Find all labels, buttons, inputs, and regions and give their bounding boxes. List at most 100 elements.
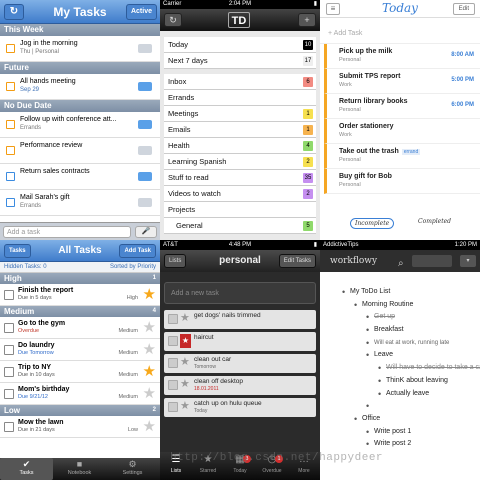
bullet-icon[interactable]: • xyxy=(366,349,369,362)
task-row[interactable]: Buy gift for Bob Personal xyxy=(324,169,480,194)
chevron-down-icon[interactable]: ▾ xyxy=(460,255,476,267)
list-row[interactable]: Stuff to read 35 xyxy=(164,170,316,186)
bullet-icon[interactable]: • xyxy=(366,400,369,413)
tab-completed[interactable]: Completed xyxy=(418,218,451,225)
outline-item[interactable]: • Leave xyxy=(320,349,480,362)
active-filter-button[interactable]: Active xyxy=(125,4,157,20)
outline-item[interactable]: • Actually leave xyxy=(320,388,480,401)
list-row[interactable]: Emails 1 xyxy=(164,122,316,138)
bullet-icon[interactable]: • xyxy=(354,413,357,426)
bullet-icon[interactable]: • xyxy=(366,438,369,451)
outline-item[interactable]: • Write post 1 xyxy=(320,426,480,439)
sort-link[interactable]: Sorted by Priority xyxy=(110,262,156,273)
list-row[interactable]: Learning Spanish 2 xyxy=(164,154,316,170)
search-input[interactable] xyxy=(412,255,452,267)
tab-settings[interactable]: ⚙ Settings xyxy=(106,458,159,480)
task-checkbox[interactable] xyxy=(4,290,14,300)
task-row[interactable]: Finish the report Due in 5 days High ★ xyxy=(0,284,160,306)
outline-item[interactable]: • Get up xyxy=(320,311,480,324)
task-row[interactable]: Performance review xyxy=(0,138,160,164)
star-icon[interactable]: ★ xyxy=(180,378,190,391)
note-icon[interactable] xyxy=(138,44,152,53)
bullet-icon[interactable]: • xyxy=(378,388,381,401)
task-checkbox[interactable] xyxy=(6,198,15,207)
task-row[interactable]: Follow up with conference att... Errands xyxy=(0,112,160,138)
star-icon[interactable]: ★ xyxy=(143,320,156,335)
task-row[interactable]: Mow the lawn Due in 21 days Low ★ xyxy=(0,416,160,438)
outline-item[interactable]: • Office xyxy=(320,413,480,426)
task-checkbox[interactable] xyxy=(6,120,15,129)
add-icon[interactable]: + xyxy=(298,13,316,27)
star-icon[interactable]: ★ xyxy=(143,386,156,401)
list-row[interactable]: Projects xyxy=(164,202,316,218)
bullet-icon[interactable]: • xyxy=(354,299,357,312)
outline-item[interactable]: • Write post 2 xyxy=(320,438,480,451)
bullet-icon[interactable]: • xyxy=(366,324,369,337)
outline-item[interactable]: • Morning Routine xyxy=(320,299,480,312)
task-row[interactable]: Return sales contracts xyxy=(0,164,160,190)
outline-item[interactable]: • ThinK about leaving xyxy=(320,375,480,388)
list-row[interactable]: General 5 xyxy=(164,218,316,234)
note-icon[interactable] xyxy=(138,82,152,91)
list-row[interactable]: Meetings 1 xyxy=(164,106,316,122)
note-icon[interactable] xyxy=(138,172,152,181)
task-row[interactable]: ★ haircut xyxy=(164,332,316,351)
priority-flag-icon[interactable]: ★ xyxy=(180,334,191,348)
task-checkbox[interactable] xyxy=(168,358,178,368)
add-task-input[interactable]: Add a task xyxy=(3,226,131,238)
task-row[interactable]: ★ clean off desktop 18.01.2011 xyxy=(164,376,316,395)
task-row[interactable]: Order stationery Work xyxy=(324,119,480,144)
task-checkbox[interactable] xyxy=(4,389,14,399)
edit-tasks-button[interactable]: Edit Tasks xyxy=(278,254,316,268)
star-icon[interactable]: ★ xyxy=(180,400,190,413)
star-icon[interactable]: ★ xyxy=(143,342,156,357)
tasks-back-button[interactable]: Tasks xyxy=(4,244,31,258)
list-row[interactable]: Inbox 6 xyxy=(164,74,316,90)
task-checkbox[interactable] xyxy=(4,367,14,377)
bullet-icon[interactable]: • xyxy=(342,286,345,299)
task-row[interactable]: Mail Sarah's gift Errands xyxy=(0,190,160,216)
task-row[interactable]: Return library books Personal 6:00 PM xyxy=(324,94,480,119)
task-row[interactable]: Take out the trash errand Personal xyxy=(324,144,480,169)
new-task-input[interactable]: Add a new task xyxy=(164,282,316,304)
add-task-button[interactable]: Add Task xyxy=(119,244,156,258)
task-checkbox[interactable] xyxy=(168,336,178,346)
list-row[interactable]: Health 4 xyxy=(164,138,316,154)
task-row[interactable]: Submit TPS report Work 5:00 PM xyxy=(324,69,480,94)
task-row[interactable]: Mom's birthday Due 9/21/12 Medium ★ xyxy=(0,383,160,405)
outline-item[interactable]: • Breakfast xyxy=(320,324,480,337)
task-row[interactable]: ★ clean out car Tomorrow xyxy=(164,354,316,373)
list-row[interactable]: Videos to watch 2 xyxy=(164,186,316,202)
bullet-icon[interactable]: • xyxy=(366,311,369,324)
sync-icon[interactable]: ↻ xyxy=(164,13,182,27)
outline-item[interactable]: • My ToDo List xyxy=(320,286,480,299)
task-checkbox[interactable] xyxy=(6,172,15,181)
list-row[interactable]: Today 10 xyxy=(164,37,316,53)
task-row[interactable]: Jog in the morning Thu | Personal xyxy=(0,36,160,62)
task-row[interactable]: Go to the gym Overdue Medium ★ xyxy=(0,317,160,339)
star-icon[interactable]: ★ xyxy=(143,287,156,302)
tab-tasks[interactable]: ✔ Tasks xyxy=(0,458,53,480)
bullet-icon[interactable]: • xyxy=(378,362,381,375)
bullet-icon[interactable]: • xyxy=(378,375,381,388)
microphone-icon[interactable]: 🎤 xyxy=(135,226,157,238)
star-icon[interactable]: ★ xyxy=(143,364,156,379)
task-row[interactable]: Do laundry Due Tomorrow Medium ★ xyxy=(0,339,160,361)
task-checkbox[interactable] xyxy=(168,314,178,324)
hidden-tasks-link[interactable]: Hidden Tasks: 0 xyxy=(4,264,47,270)
note-icon[interactable] xyxy=(138,146,152,155)
task-checkbox[interactable] xyxy=(168,380,178,390)
star-icon[interactable]: ★ xyxy=(143,419,156,434)
outline-item[interactable]: • Will eat at work, running late xyxy=(320,337,480,350)
task-row[interactable]: ★ catch up on hulu queue Today xyxy=(164,398,316,417)
tab-incomplete[interactable]: Incomplete xyxy=(350,218,395,229)
bullet-icon[interactable]: • xyxy=(366,337,369,350)
add-task-field[interactable]: + Add Task xyxy=(320,24,480,44)
task-checkbox[interactable] xyxy=(4,422,14,432)
outline-item[interactable]: • Will have to decide to take a cab or wa… xyxy=(320,362,480,375)
list-row[interactable]: Next 7 days 17 xyxy=(164,53,316,69)
task-checkbox[interactable] xyxy=(168,402,178,412)
task-checkbox[interactable] xyxy=(6,44,15,53)
refresh-icon[interactable]: ↻ xyxy=(4,4,24,20)
tab-notebook[interactable]: ■ Notebook xyxy=(53,458,106,480)
